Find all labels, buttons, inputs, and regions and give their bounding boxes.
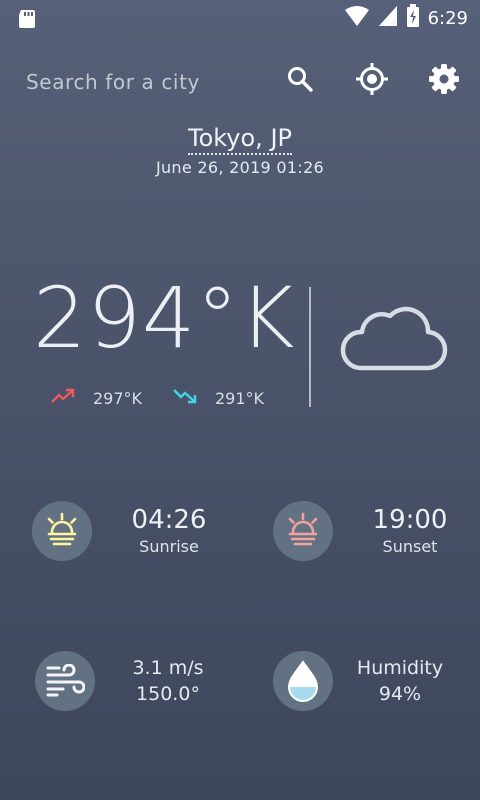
- search-bar: [0, 56, 480, 104]
- max-temperature: 297°K: [51, 388, 142, 408]
- datetime-label: June 26, 2019 01:26: [155, 158, 325, 177]
- sunrise-icon: [32, 501, 92, 561]
- location-title[interactable]: Tokyo, JP: [0, 124, 480, 155]
- current-temperature: 294°K: [33, 269, 296, 367]
- wind-info: 3.1 m/s 150.0°: [108, 656, 228, 707]
- humidity-value: 94%: [378, 682, 422, 705]
- sd-card-icon: [16, 9, 38, 33]
- sunset-info: 19:00 Sunset: [350, 505, 470, 559]
- humidity-label: Humidity: [356, 657, 444, 679]
- city-search-input[interactable]: [24, 64, 258, 100]
- sunset-label: Sunset: [382, 537, 438, 557]
- max-temperature-value: 297°K: [93, 388, 143, 408]
- humidity-icon: [273, 651, 333, 711]
- sunset-time: 19:00: [372, 505, 448, 535]
- battery-charging-icon: [406, 4, 420, 32]
- cloud-icon: [338, 302, 450, 380]
- wifi-icon: [344, 5, 370, 31]
- min-temperature-value: 291°K: [215, 388, 265, 408]
- divider: [309, 287, 311, 407]
- gear-icon[interactable]: [426, 61, 462, 97]
- wind-speed: 3.1 m/s: [132, 657, 204, 679]
- status-bar: 6:29: [0, 0, 480, 36]
- location-target-icon[interactable]: [354, 61, 390, 97]
- sunrise-time: 04:26: [131, 505, 207, 535]
- trend-up-icon: [51, 388, 75, 408]
- search-icon[interactable]: [282, 61, 318, 97]
- sunset-icon: [273, 501, 333, 561]
- trend-down-icon: [173, 388, 197, 408]
- min-temperature: 291°K: [173, 388, 264, 408]
- wind-icon: [35, 651, 95, 711]
- status-time: 6:29: [427, 7, 468, 29]
- cell-signal-icon: [378, 5, 398, 31]
- humidity-info: Humidity 94%: [340, 656, 460, 707]
- sunrise-label: Sunrise: [139, 537, 199, 557]
- wind-direction: 150.0°: [136, 682, 200, 705]
- sunrise-info: 04:26 Sunrise: [109, 505, 229, 559]
